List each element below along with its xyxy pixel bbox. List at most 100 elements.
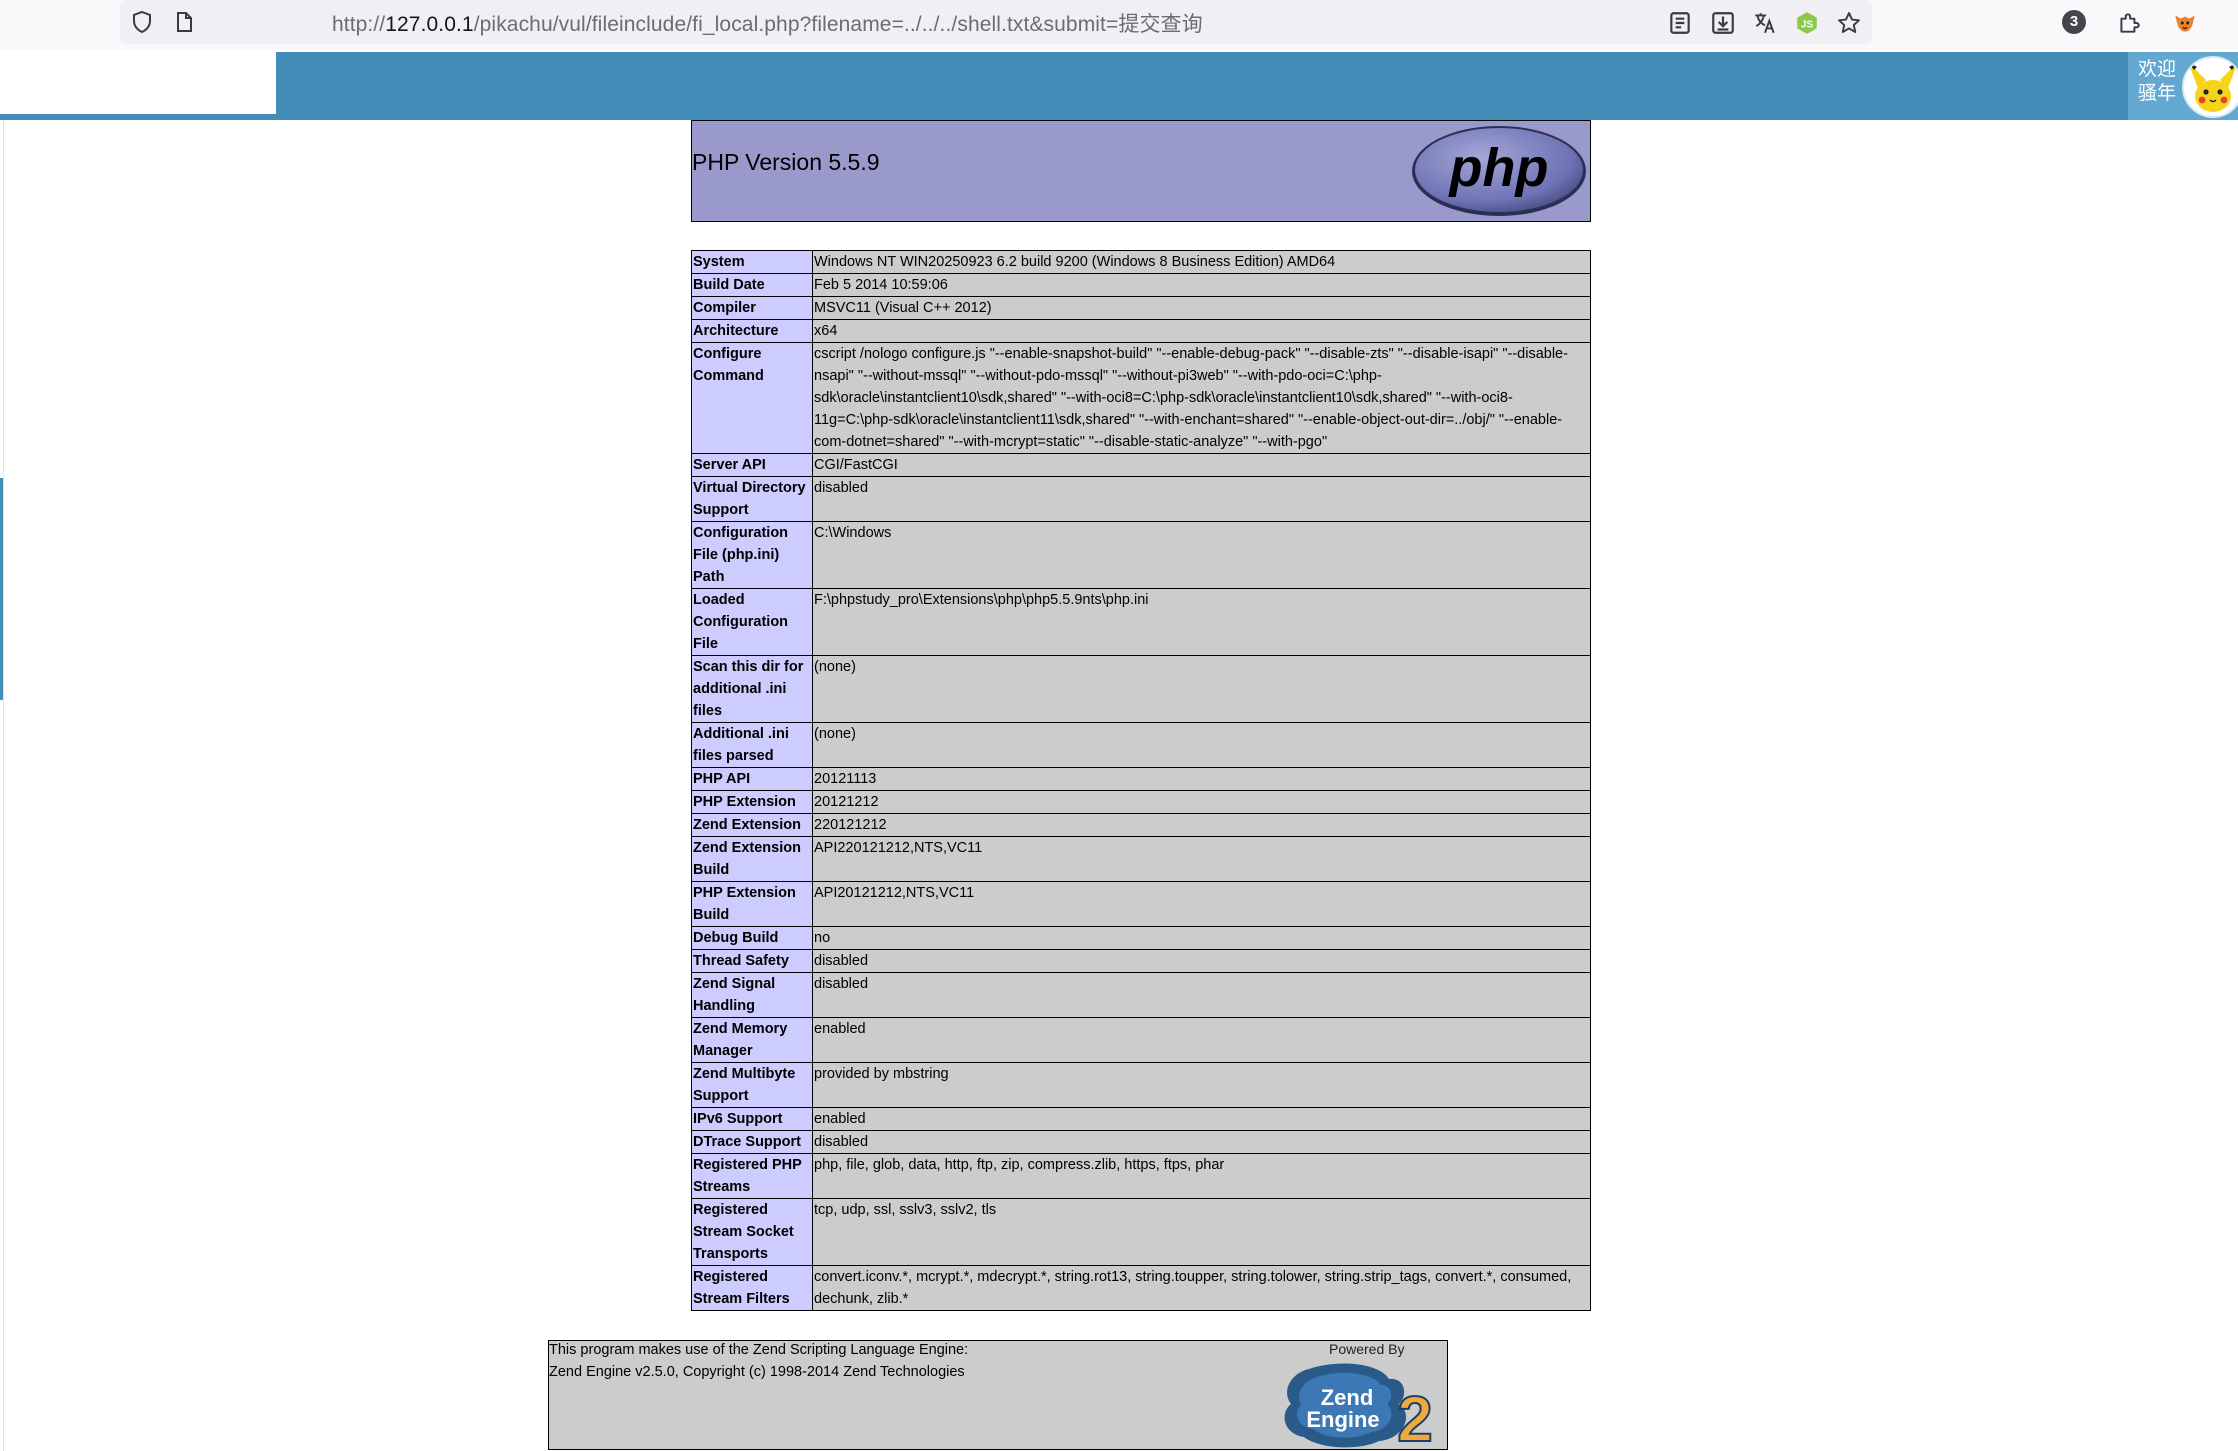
info-value: MSVC11 (Visual C++ 2012) bbox=[812, 296, 1591, 320]
info-value: F:\phpstudy_pro\Extensions\php\php5.5.9n… bbox=[812, 588, 1591, 656]
info-label: Registered PHP Streams bbox=[691, 1153, 813, 1199]
shield-icon[interactable] bbox=[130, 10, 154, 34]
bookmark-star-icon[interactable] bbox=[1836, 10, 1862, 36]
welcome-text: 欢迎骚年 bbox=[2138, 59, 2177, 104]
info-label: Zend Signal Handling bbox=[691, 972, 813, 1018]
info-label: IPv6 Support bbox=[691, 1107, 813, 1131]
address-bar[interactable]: http://127.0.0.1/pikachu/vul/fileinclude… bbox=[120, 0, 1872, 44]
svg-text:Engine: Engine bbox=[1306, 1407, 1379, 1432]
info-label: Debug Build bbox=[691, 926, 813, 950]
info-value: API220121212,NTS,VC11 bbox=[812, 836, 1591, 882]
info-row: Scan this dir for additional .ini files(… bbox=[691, 655, 1591, 723]
info-row: Registered Stream Socket Transports tcp, … bbox=[691, 1198, 1591, 1266]
php-logo-icon[interactable]: php bbox=[1410, 124, 1588, 218]
info-label: Architecture bbox=[691, 319, 813, 343]
info-row: Zend Memory Manager enabled bbox=[691, 1017, 1591, 1063]
sidebar-collapse-handle[interactable] bbox=[0, 478, 3, 700]
info-value: Feb 5 2014 10:59:06 bbox=[812, 273, 1591, 297]
info-value: (none) bbox=[812, 655, 1591, 723]
info-row: Configure Command cscript /nologo configu… bbox=[691, 342, 1591, 454]
info-row: Loaded Configuration File F:\phpstudy_pro… bbox=[691, 588, 1591, 656]
info-label: Zend Multibyte Support bbox=[691, 1062, 813, 1108]
info-row: Server API CGI/FastCGI bbox=[691, 453, 1591, 477]
user-menu[interactable]: 欢迎骚年 bbox=[2128, 52, 2238, 120]
info-row: Zend Signal Handling disabled bbox=[691, 972, 1591, 1018]
info-row: Thread Safety disabled bbox=[691, 949, 1591, 973]
info-row: Virtual Directory Support disabled bbox=[691, 476, 1591, 522]
info-row: Zend Extension 220121212 bbox=[691, 813, 1591, 837]
info-value: php, file, glob, data, http, ftp, zip, c… bbox=[812, 1153, 1591, 1199]
zend-engine-box: This program makes use of the Zend Scrip… bbox=[548, 1340, 1448, 1450]
info-label: PHP Extension bbox=[691, 790, 813, 814]
info-label: Loaded Configuration File bbox=[691, 588, 813, 656]
info-row: PHP Extension 20121212 bbox=[691, 790, 1591, 814]
url-host: 127.0.0.1 bbox=[385, 13, 474, 36]
info-row: PHP Extension Build API20121212,NTS,VC11 bbox=[691, 881, 1591, 927]
info-value: disabled bbox=[812, 1130, 1591, 1154]
info-row: IPv6 Support enabled bbox=[691, 1107, 1591, 1131]
info-value: convert.iconv.*, mcrypt.*, mdecrypt.*, s… bbox=[812, 1265, 1591, 1311]
url-text[interactable]: http://127.0.0.1/pikachu/vul/fileinclude… bbox=[332, 8, 1203, 38]
info-value: no bbox=[812, 926, 1591, 950]
url-prefix: http:// bbox=[332, 13, 386, 36]
info-value: x64 bbox=[812, 319, 1591, 343]
info-value: cscript /nologo configure.js "--enable-s… bbox=[812, 342, 1591, 454]
info-label: Zend Extension Build bbox=[691, 836, 813, 882]
avatar[interactable] bbox=[2182, 56, 2238, 118]
nodejs-extension-icon[interactable]: JS bbox=[1794, 10, 1820, 36]
zend-engine-logo-icon[interactable]: Zend Engine 2 bbox=[1279, 1359, 1449, 1449]
info-value: provided by mbstring bbox=[812, 1062, 1591, 1108]
svg-text:2: 2 bbox=[1397, 1383, 1433, 1449]
info-value: Windows NT WIN20250923 6.2 build 9200 (W… bbox=[812, 250, 1591, 274]
info-label: Thread Safety bbox=[691, 949, 813, 973]
info-label: PHP Extension Build bbox=[691, 881, 813, 927]
site-header: 欢迎骚年 bbox=[0, 52, 2238, 120]
save-page-icon[interactable] bbox=[1710, 10, 1736, 36]
php-info-table: System Windows NT WIN20250923 6.2 build 9… bbox=[691, 250, 1591, 1311]
info-value: 20121113 bbox=[812, 767, 1591, 791]
info-label: Scan this dir for additional .ini files bbox=[691, 655, 813, 723]
svg-text:php: php bbox=[1448, 138, 1549, 198]
info-row: Configuration File (php.ini) Path C:\Wind… bbox=[691, 521, 1591, 589]
info-row: Registered Stream Filters convert.iconv.*… bbox=[691, 1265, 1591, 1311]
info-label: Registered Stream Filters bbox=[691, 1265, 813, 1311]
info-label: Zend Memory Manager bbox=[691, 1017, 813, 1063]
info-row: Zend Multibyte Support provided by mbstri… bbox=[691, 1062, 1591, 1108]
info-label: Additional .ini files parsed bbox=[691, 722, 813, 768]
extensions-puzzle-icon[interactable] bbox=[2116, 10, 2142, 36]
page-icon[interactable] bbox=[172, 10, 196, 34]
fox-extension-icon[interactable] bbox=[2172, 10, 2198, 36]
info-label: Configuration File (php.ini) Path bbox=[691, 521, 813, 589]
reader-view-icon[interactable] bbox=[1667, 10, 1693, 36]
info-row: Architecture x64 bbox=[691, 319, 1591, 343]
info-label: Virtual Directory Support bbox=[691, 476, 813, 522]
info-value: 220121212 bbox=[812, 813, 1591, 837]
zend-line-2: Zend Engine v2.5.0, Copyright (c) 1998-2… bbox=[549, 1364, 965, 1380]
info-row: Compiler MSVC11 (Visual C++ 2012) bbox=[691, 296, 1591, 320]
info-label: Build Date bbox=[691, 273, 813, 297]
info-row: Debug Build no bbox=[691, 926, 1591, 950]
info-label: Compiler bbox=[691, 296, 813, 320]
info-value: enabled bbox=[812, 1017, 1591, 1063]
powered-by-label: Powered By bbox=[1329, 1341, 1405, 1357]
sidebar-border bbox=[3, 120, 4, 1451]
info-label: PHP API bbox=[691, 767, 813, 791]
info-value: disabled bbox=[812, 476, 1591, 522]
info-row: Registered PHP Streams php, file, glob, d… bbox=[691, 1153, 1591, 1199]
tab-count-badge[interactable]: 3 bbox=[2062, 10, 2086, 34]
info-row: PHP API 20121113 bbox=[691, 767, 1591, 791]
translate-icon[interactable] bbox=[1752, 10, 1778, 36]
browser-toolbar: http://127.0.0.1/pikachu/vul/fileinclude… bbox=[0, 0, 2238, 50]
info-value: API20121212,NTS,VC11 bbox=[812, 881, 1591, 927]
info-value: (none) bbox=[812, 722, 1591, 768]
info-row: Build Date Feb 5 2014 10:59:06 bbox=[691, 273, 1591, 297]
php-version-title: PHP Version 5.5.9 bbox=[692, 149, 880, 175]
info-value: disabled bbox=[812, 949, 1591, 973]
info-label: DTrace Support bbox=[691, 1130, 813, 1154]
info-value: 20121212 bbox=[812, 790, 1591, 814]
info-label: System bbox=[691, 250, 813, 274]
info-value: CGI/FastCGI bbox=[812, 453, 1591, 477]
info-row: DTrace Support disabled bbox=[691, 1130, 1591, 1154]
php-version-header: PHP Version 5.5.9 php bbox=[691, 120, 1591, 222]
info-label: Server API bbox=[691, 453, 813, 477]
